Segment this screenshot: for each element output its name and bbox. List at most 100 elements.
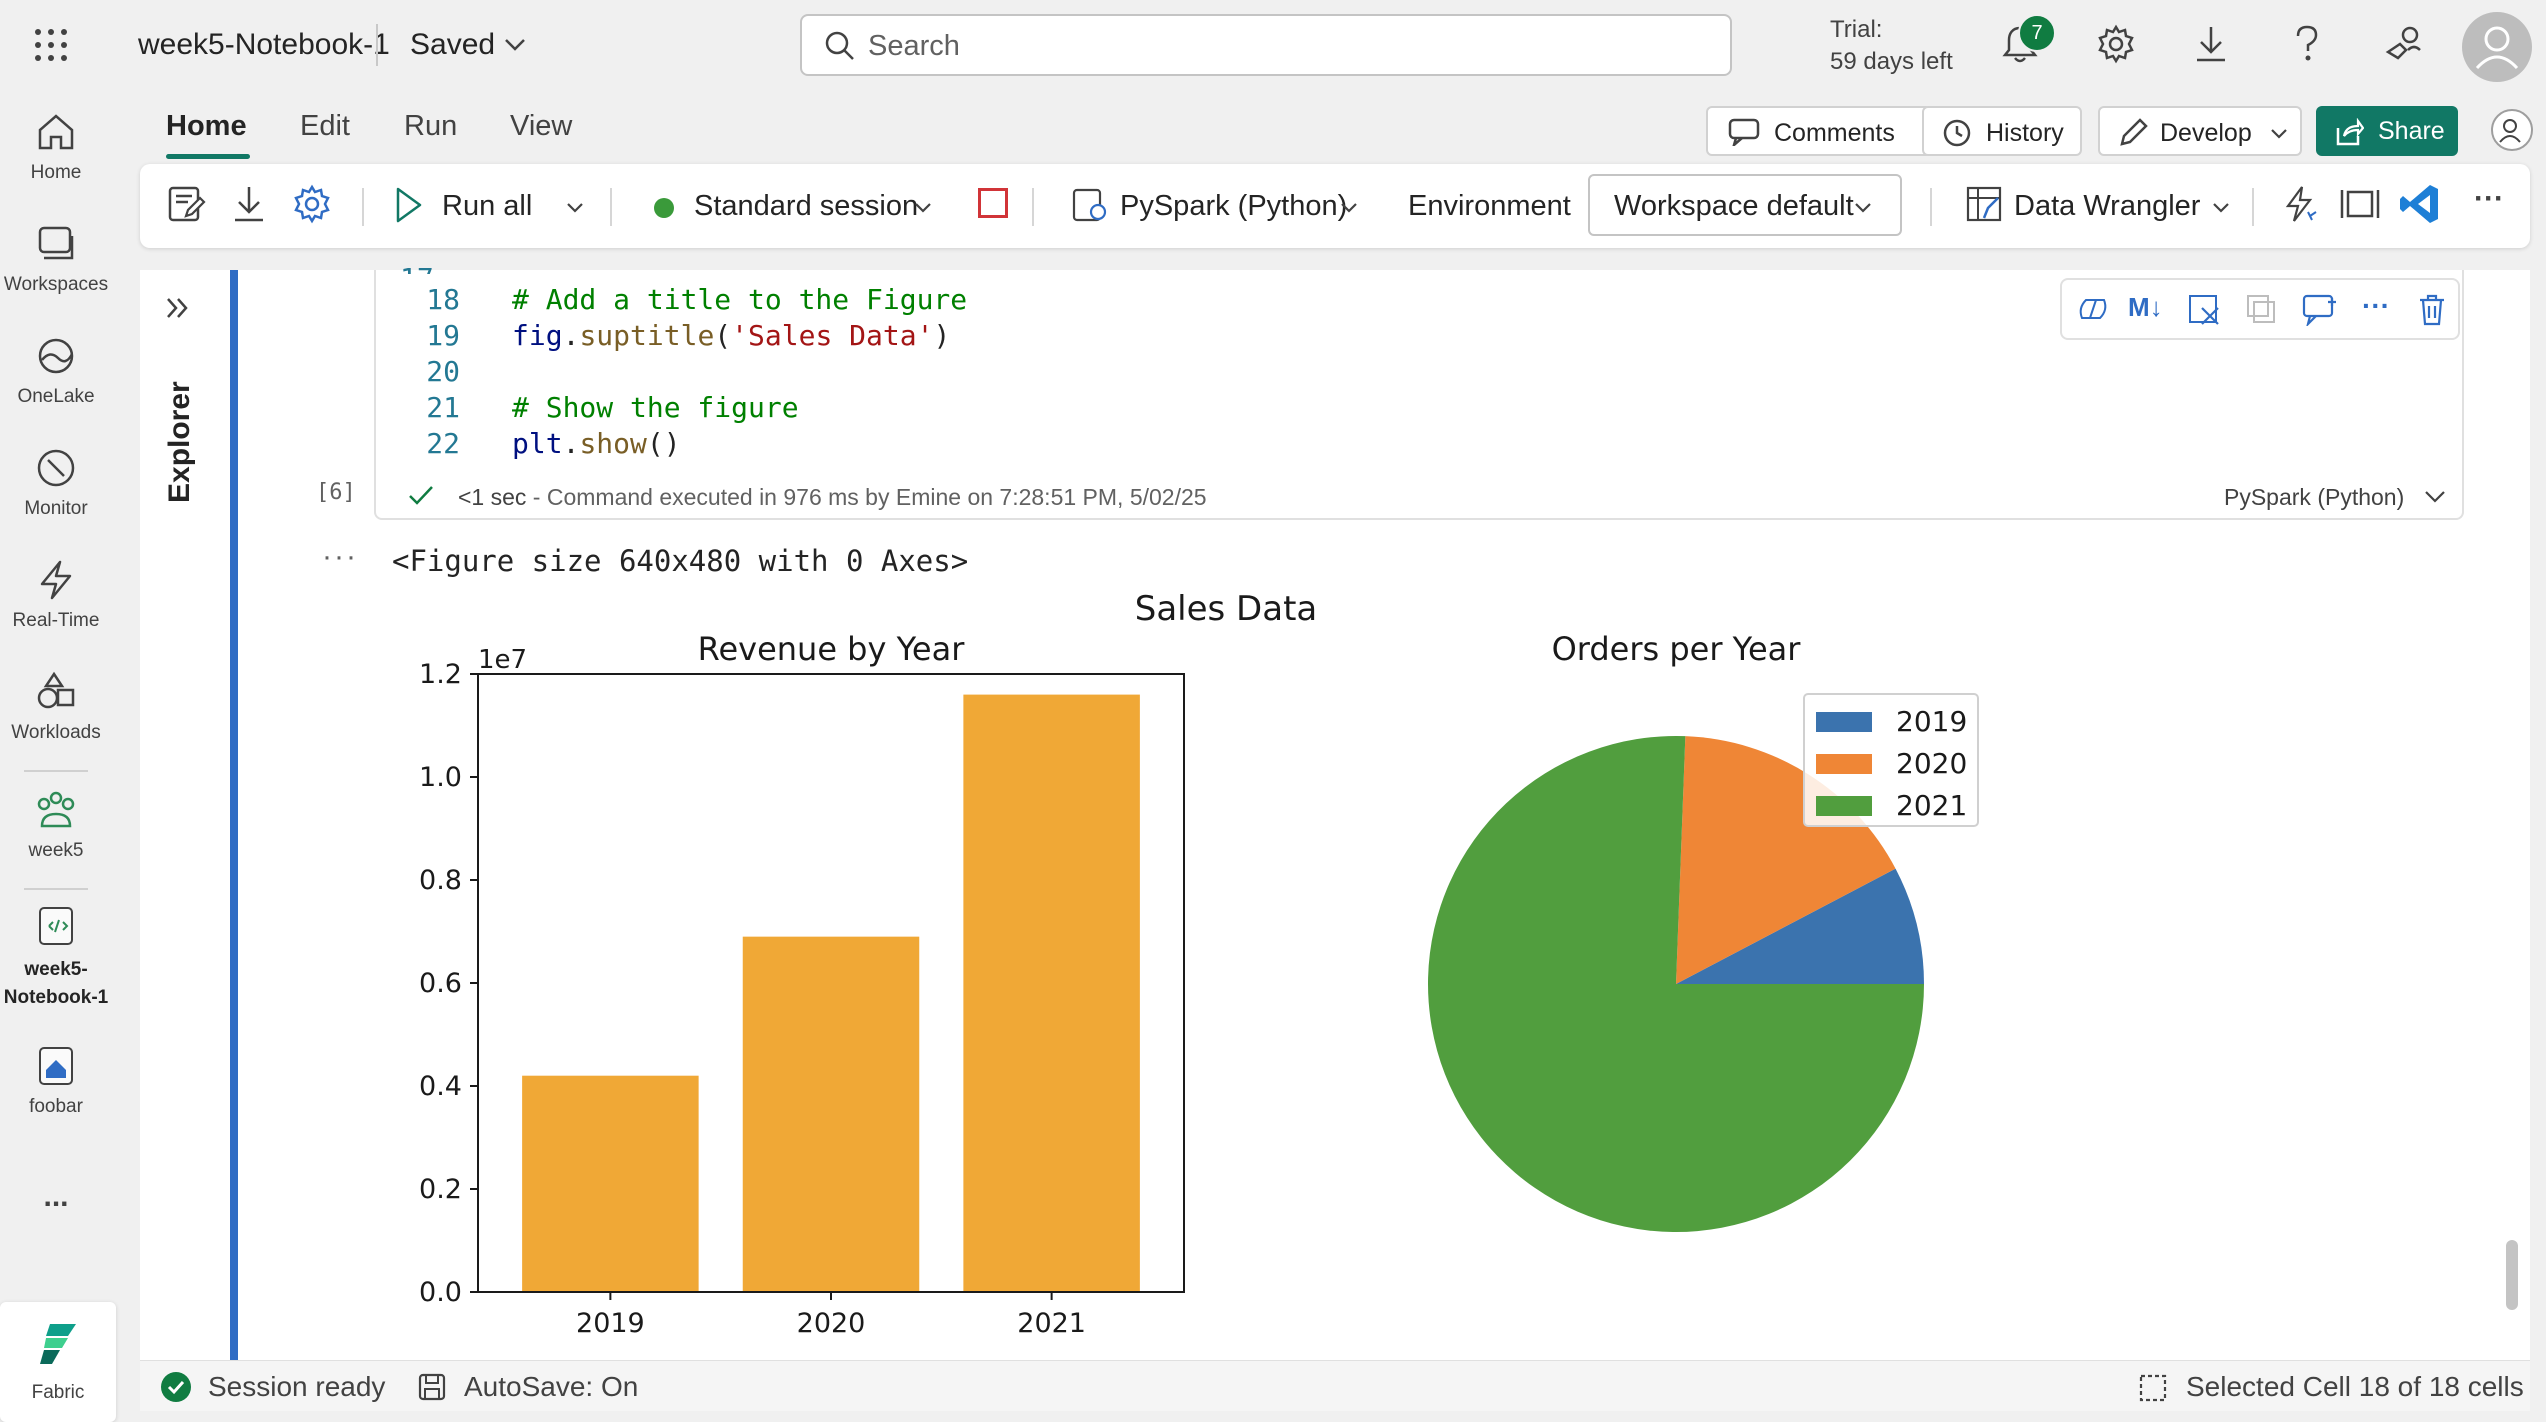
code-line[interactable]: plt.show() <box>512 427 681 460</box>
language-selector[interactable]: PySpark (Python) <box>1120 190 1347 223</box>
download-icon[interactable] <box>2194 24 2228 64</box>
tab-edit[interactable]: Edit <box>300 110 350 143</box>
rail-label-monitor: Monitor <box>24 498 88 519</box>
settings-gear-icon[interactable] <box>292 184 332 224</box>
cell-toolbar: M↓ ··· <box>2060 278 2460 340</box>
autosave-status[interactable]: AutoSave: On <box>464 1371 638 1403</box>
selection-icon <box>2138 1373 2168 1403</box>
share-icon <box>2334 118 2364 146</box>
y-tick-label: 1.0 <box>419 762 462 793</box>
chevron-down-icon[interactable] <box>1340 202 1358 214</box>
vscode-icon[interactable] <box>2398 182 2442 226</box>
focus-mode-icon[interactable] <box>2340 186 2380 222</box>
line-number: 18 <box>426 283 460 316</box>
data-wrangler-icon[interactable] <box>1964 184 2004 224</box>
bar-2021 <box>963 694 1140 1292</box>
notebook-edit-icon[interactable] <box>166 184 206 224</box>
session-status: Session ready <box>208 1371 386 1402</box>
data-wrangler-button[interactable]: Data Wrangler <box>2014 190 2200 223</box>
download-icon[interactable] <box>232 184 266 224</box>
search-input[interactable]: Search <box>868 30 960 63</box>
rail-item-workspaces[interactable]: Workspaces <box>0 222 112 296</box>
tab-home[interactable]: Home <box>166 110 247 143</box>
environment-selector[interactable]: Workspace default <box>1588 174 1902 236</box>
notebook-title[interactable]: week5-Notebook-1 <box>138 28 390 62</box>
chevron-down-icon[interactable] <box>504 38 526 52</box>
y-tick-label: 1.2 <box>419 659 462 690</box>
sales-figure: Sales Data Revenue by Year 1e7 2019 2020 202… <box>419 589 1979 1339</box>
lakehouse-icon <box>34 1044 78 1088</box>
copilot-lightning-icon[interactable] <box>2280 184 2320 224</box>
clear-output-icon[interactable] <box>2188 294 2222 326</box>
chevron-down-icon[interactable] <box>2212 202 2230 214</box>
y-offset-label: 1e7 <box>478 645 527 675</box>
rail-item-foobar[interactable]: foobar <box>0 1044 112 1118</box>
monitor-icon <box>34 446 78 490</box>
scrollbar-thumb[interactable] <box>2506 1240 2518 1310</box>
more-options-icon[interactable]: ··· <box>2474 182 2504 216</box>
rail-label-workloads: Workloads <box>11 722 101 743</box>
rail-item-home[interactable]: Home <box>0 110 112 184</box>
rail-item-notebook[interactable]: week5- Notebook-1 <box>0 904 112 1012</box>
explorer-label: Explorer <box>163 381 196 503</box>
output-menu-icon[interactable]: ··· <box>322 540 358 574</box>
execution-details: - Command executed in 976 ms by Emine on… <box>526 484 1207 510</box>
rail-divider <box>24 770 88 772</box>
run-all-icon[interactable] <box>394 186 424 224</box>
rail-item-monitor[interactable]: Monitor <box>0 446 112 520</box>
tab-view[interactable]: View <box>510 110 572 143</box>
fabric-switcher[interactable]: Fabric <box>0 1302 116 1422</box>
bar-chart-title: Revenue by Year <box>698 630 966 668</box>
rail-item-realtime[interactable]: Real-Time <box>0 558 112 632</box>
search-box[interactable]: Search <box>800 14 1732 76</box>
legend-label-2019: 2019 <box>1896 705 1967 738</box>
rail-label-notebook: week5- Notebook-1 <box>3 959 109 1008</box>
gear-icon[interactable] <box>2096 24 2136 64</box>
y-tick-label: 0.6 <box>419 968 462 999</box>
expand-explorer-icon[interactable] <box>164 296 192 320</box>
rail-item-workloads[interactable]: Workloads <box>0 670 112 744</box>
share-people-icon[interactable] <box>2384 24 2424 64</box>
stop-session-icon[interactable] <box>978 188 1008 218</box>
code-line[interactable]: # Show the figure <box>512 391 799 424</box>
session-selector[interactable]: Standard session <box>694 190 918 223</box>
save-state[interactable]: Saved <box>410 28 495 62</box>
session-ready-icon <box>160 1371 192 1403</box>
toolbar-divider <box>2252 188 2254 226</box>
develop-label: Develop <box>2160 119 2252 147</box>
add-comment-icon[interactable] <box>2302 294 2338 326</box>
copilot-cell-icon[interactable] <box>2076 294 2110 324</box>
run-all-button[interactable]: Run all <box>442 190 532 223</box>
help-icon[interactable] <box>2292 24 2322 64</box>
cell-more-icon[interactable]: ··· <box>2362 290 2390 322</box>
develop-button[interactable]: Develop <box>2098 106 2302 156</box>
comments-button[interactable]: Comments <box>1706 106 1932 156</box>
rail-item-onelake[interactable]: OneLake <box>0 334 112 408</box>
notebook-icon <box>34 904 78 948</box>
language-icon[interactable] <box>1070 184 1110 224</box>
session-status-dot <box>654 198 674 218</box>
bar-2019 <box>522 1075 699 1292</box>
rail-item-week5[interactable]: week5 <box>0 788 112 862</box>
chevron-down-icon[interactable] <box>566 202 584 214</box>
pie-chart-title: Orders per Year <box>1552 630 1802 668</box>
cell-language-selector[interactable]: PySpark (Python) <box>2224 484 2404 511</box>
tab-run[interactable]: Run <box>404 110 457 143</box>
command-toolbar: Run all Standard session PySpark (Python… <box>140 164 2530 248</box>
app-launcher-icon[interactable] <box>34 28 68 62</box>
code-line[interactable]: fig.suptitle('Sales Data') <box>512 319 950 352</box>
chevron-down-icon[interactable] <box>914 202 932 214</box>
share-button[interactable]: Share <box>2316 106 2458 156</box>
trial-label: Trial: <box>1830 16 1883 43</box>
explorer-label-wrap[interactable]: Explorer <box>158 380 202 503</box>
copy-cell-icon[interactable] <box>2246 294 2276 324</box>
history-button[interactable]: History <box>1922 106 2082 156</box>
chevron-down-icon[interactable] <box>2424 490 2446 504</box>
collaborators-icon[interactable] <box>2490 108 2534 152</box>
code-line[interactable]: # Add a title to the Figure <box>512 283 967 316</box>
delete-cell-icon[interactable] <box>2418 294 2446 326</box>
toolbar-divider <box>1930 188 1932 226</box>
markdown-toggle-icon[interactable]: M↓ <box>2128 292 2163 323</box>
rail-more-icon[interactable]: ... <box>0 1180 112 1214</box>
avatar[interactable] <box>2462 12 2532 82</box>
